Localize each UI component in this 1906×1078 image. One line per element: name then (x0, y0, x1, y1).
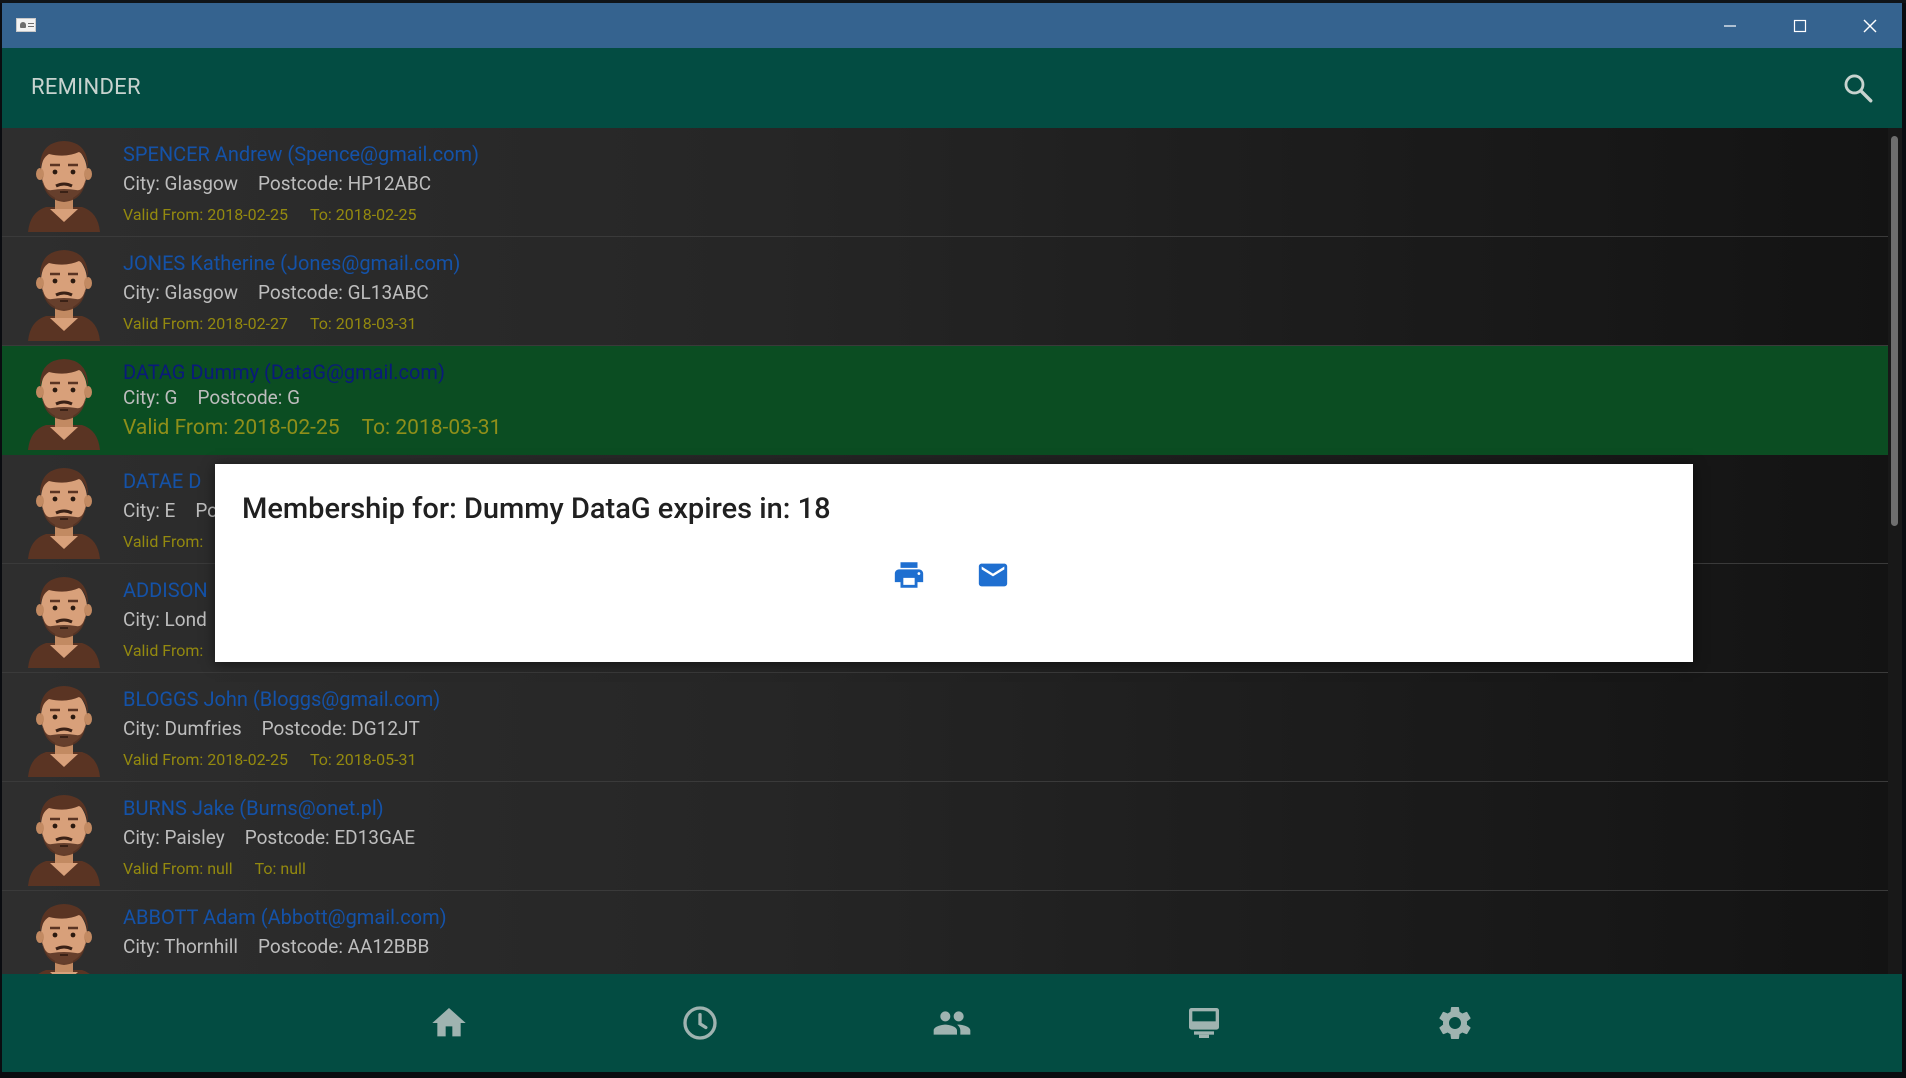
valid-to: To: 2018-05-31 (310, 750, 417, 769)
member-row[interactable]: BURNS Jake (Burns@onet.pl) City: Paisley P… (2, 782, 1888, 891)
avatar (24, 459, 104, 559)
valid-from: Valid From: null (123, 859, 233, 878)
valid-from: Valid From: 2018-02-25 (123, 416, 340, 440)
member-validity: Valid From: (123, 641, 203, 660)
close-button[interactable] (1835, 3, 1902, 48)
valid-from: Valid From: (123, 532, 204, 551)
member-address: City: Glasgow Postcode: HP12ABC (123, 172, 431, 195)
list-scrollbar[interactable] (1888, 128, 1902, 974)
valid-to: To: 2018-03-31 (361, 416, 502, 440)
valid-from: Valid From: 2018-02-25 (123, 205, 288, 224)
member-city: City: E (123, 499, 176, 522)
app-bar: REMINDER (2, 48, 1902, 128)
nav-home-button[interactable] (429, 1003, 469, 1043)
people-icon (933, 1011, 971, 1035)
member-postcode: Postcode: HP12ABC (258, 172, 432, 195)
member-address: City: G Postcode: G (123, 386, 300, 409)
member-name-link[interactable]: SPENCER Andrew (Spence@gmail.com) (123, 142, 479, 166)
member-postcode: Postcode: AA12BBB (258, 935, 430, 958)
print-button[interactable] (892, 558, 926, 592)
nav-members-button[interactable] (932, 1003, 972, 1043)
member-address: City: Dumfries Postcode: DG12JT (123, 717, 420, 740)
member-row[interactable]: SPENCER Andrew (Spence@gmail.com) City: G… (2, 128, 1888, 237)
member-name-link[interactable]: DATAE D (123, 469, 201, 493)
member-postcode: Postcode: ED13GAE (244, 826, 416, 849)
window-titlebar[interactable] (2, 3, 1902, 48)
member-address: City: Thornhill Postcode: AA12BBB (123, 935, 429, 958)
valid-from: Valid From: 2018-02-27 (123, 314, 288, 333)
search-button[interactable] (1841, 71, 1875, 105)
member-name-link[interactable]: JONES Katherine (Jones@gmail.com) (123, 251, 460, 275)
member-name-link[interactable]: BLOGGS John (Bloggs@gmail.com) (123, 687, 440, 711)
member-name-link[interactable]: DATAG Dummy (DataG@gmail.com) (123, 360, 445, 384)
member-row[interactable]: DATAG Dummy (DataG@gmail.com) City: G Post… (2, 346, 1888, 455)
valid-to: To: 2018-03-31 (310, 314, 417, 333)
valid-from: Valid From: 2018-02-25 (123, 750, 288, 769)
envelope-icon (978, 563, 1008, 587)
printer-icon (894, 562, 924, 588)
member-validity: Valid From: null To: null (123, 859, 306, 878)
avatar (24, 568, 104, 668)
contact-card-icon (16, 18, 36, 32)
member-city: City: Paisley (123, 826, 225, 849)
member-validity: Valid From: (123, 532, 203, 551)
home-icon (432, 1008, 466, 1037)
clock-icon (683, 1006, 717, 1040)
member-address: City: Glasgow Postcode: GL13ABC (123, 281, 429, 304)
dialog-message: Membership for: Dummy DataG expires in: … (242, 492, 831, 526)
member-city: City: Glasgow (123, 281, 238, 304)
search-icon (1844, 74, 1873, 103)
nav-settings-button[interactable] (1435, 1003, 1475, 1043)
member-city: City: G (123, 386, 178, 409)
member-validity: Valid From: 2018-02-25 To: 2018-03-31 (123, 416, 501, 440)
valid-to: To: 2018-02-25 (310, 205, 417, 224)
expiry-dialog: Membership for: Dummy DataG expires in: … (215, 464, 1693, 662)
card-terminal-icon (1189, 1008, 1219, 1038)
avatar (24, 350, 104, 450)
scrollbar-thumb[interactable] (1891, 136, 1898, 526)
member-postcode: Postcode: DG12JT (261, 717, 420, 740)
valid-to: To: null (254, 859, 306, 878)
maximize-button[interactable] (1765, 3, 1835, 48)
bottom-navigation (2, 974, 1902, 1072)
nav-reminder-button[interactable] (680, 1003, 720, 1043)
member-city: City: Thornhill (123, 935, 239, 958)
member-postcode: Postcode: G (197, 386, 301, 409)
close-icon (1863, 19, 1877, 32)
nav-payments-button[interactable] (1184, 1003, 1224, 1043)
member-row[interactable]: ABBOTT Adam (Abbott@gmail.com) City: Thor… (2, 891, 1888, 974)
avatar (24, 241, 104, 341)
maximize-icon (1793, 19, 1807, 32)
member-city: City: Lond (123, 608, 207, 631)
avatar (24, 895, 104, 974)
minimize-icon (1724, 24, 1736, 27)
member-validity: Valid From: 2018-02-25 To: 2018-02-25 (123, 205, 417, 224)
member-row[interactable]: BLOGGS John (Bloggs@gmail.com) City: Dumf… (2, 673, 1888, 782)
page-title: REMINDER (31, 75, 141, 100)
member-address: City: Paisley Postcode: ED13GAE (123, 826, 415, 849)
member-city: City: Dumfries (123, 717, 242, 740)
avatar (24, 677, 104, 777)
member-name-link[interactable]: BURNS Jake (Burns@onet.pl) (123, 796, 384, 820)
member-name-link[interactable]: ABBOTT Adam (Abbott@gmail.com) (123, 905, 447, 929)
member-name-link[interactable]: ADDISON (123, 578, 208, 602)
minimize-button[interactable] (1695, 3, 1765, 48)
member-row[interactable]: JONES Katherine (Jones@gmail.com) City: G… (2, 237, 1888, 346)
member-postcode: Postcode: GL13ABC (258, 281, 429, 304)
member-city: City: Glasgow (123, 172, 238, 195)
valid-from: Valid From: (123, 641, 204, 660)
gear-icon (1439, 1007, 1471, 1039)
avatar (24, 786, 104, 886)
app-window: REMINDER SPENCER Andrew (Spence@gmail.co… (2, 3, 1902, 1072)
avatar (24, 132, 104, 232)
email-button[interactable] (976, 558, 1010, 592)
member-validity: Valid From: 2018-02-27 To: 2018-03-31 (123, 314, 417, 333)
member-validity: Valid From: 2018-02-25 To: 2018-05-31 (123, 750, 417, 769)
